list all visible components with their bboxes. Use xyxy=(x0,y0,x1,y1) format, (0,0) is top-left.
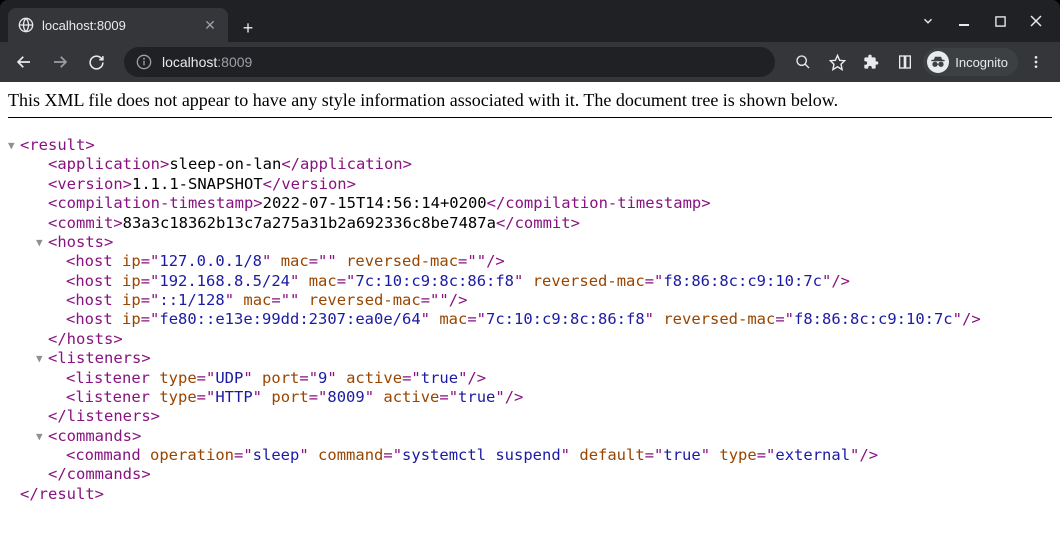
xml-host-element: <host ip="::1/128" mac="" reversed-mac="… xyxy=(8,291,1052,310)
back-button[interactable] xyxy=(8,46,40,78)
collapse-marker[interactable]: ▼ xyxy=(8,139,20,153)
xml-listener-element: <listener type="HTTP" port="8009" active… xyxy=(8,388,1052,407)
collapse-marker[interactable]: ▼ xyxy=(36,352,48,366)
collapse-marker[interactable]: ▼ xyxy=(36,236,48,250)
xml-host-element: <host ip="fe80::e13e:99dd:2307:ea0e/64" … xyxy=(8,310,1052,329)
window-controls xyxy=(912,5,1052,37)
maximize-button[interactable] xyxy=(984,5,1016,37)
reading-list-icon[interactable] xyxy=(889,46,921,78)
browser-window: localhost:8009 ✕ + xyxy=(0,0,1060,557)
xml-tree: ▼<result> <application>sleep-on-lan</app… xyxy=(8,136,1052,504)
chevron-down-icon[interactable] xyxy=(912,5,944,37)
extensions-icon[interactable] xyxy=(855,46,887,78)
forward-button[interactable] xyxy=(44,46,76,78)
xml-command-element: <command operation="sleep" command="syst… xyxy=(8,446,1052,465)
reload-button[interactable] xyxy=(80,46,112,78)
close-window-button[interactable] xyxy=(1020,5,1052,37)
info-icon[interactable] xyxy=(136,54,152,70)
incognito-badge[interactable]: Incognito xyxy=(923,48,1018,76)
tabs-area: localhost:8009 ✕ + xyxy=(8,0,912,42)
collapse-marker[interactable]: ▼ xyxy=(36,430,48,444)
toolbar: localhost:8009 Incognito xyxy=(0,42,1060,82)
globe-icon xyxy=(18,17,34,33)
incognito-label: Incognito xyxy=(955,55,1008,70)
toolbar-icons: Incognito xyxy=(787,46,1052,78)
zoom-icon[interactable] xyxy=(787,46,819,78)
tab-title: localhost:8009 xyxy=(42,18,194,33)
browser-tab[interactable]: localhost:8009 ✕ xyxy=(8,8,228,42)
bookmark-star-icon[interactable] xyxy=(821,46,853,78)
xml-host-element: <host ip="192.168.8.5/24" mac="7c:10:c9:… xyxy=(8,272,1052,291)
xml-host-element: <host ip="127.0.0.1/8" mac="" reversed-m… xyxy=(8,252,1052,271)
titlebar: localhost:8009 ✕ + xyxy=(0,0,1060,42)
url-text: localhost:8009 xyxy=(162,54,763,70)
incognito-icon xyxy=(927,51,949,73)
minimize-button[interactable] xyxy=(948,5,980,37)
new-tab-button[interactable]: + xyxy=(234,14,262,42)
xml-listener-element: <listener type="UDP" port="9" active="tr… xyxy=(8,369,1052,388)
address-bar[interactable]: localhost:8009 xyxy=(124,47,775,77)
page-content: This XML file does not appear to have an… xyxy=(0,82,1060,557)
close-tab-icon[interactable]: ✕ xyxy=(202,17,218,33)
menu-icon[interactable] xyxy=(1020,46,1052,78)
xml-notice: This XML file does not appear to have an… xyxy=(8,90,1052,118)
